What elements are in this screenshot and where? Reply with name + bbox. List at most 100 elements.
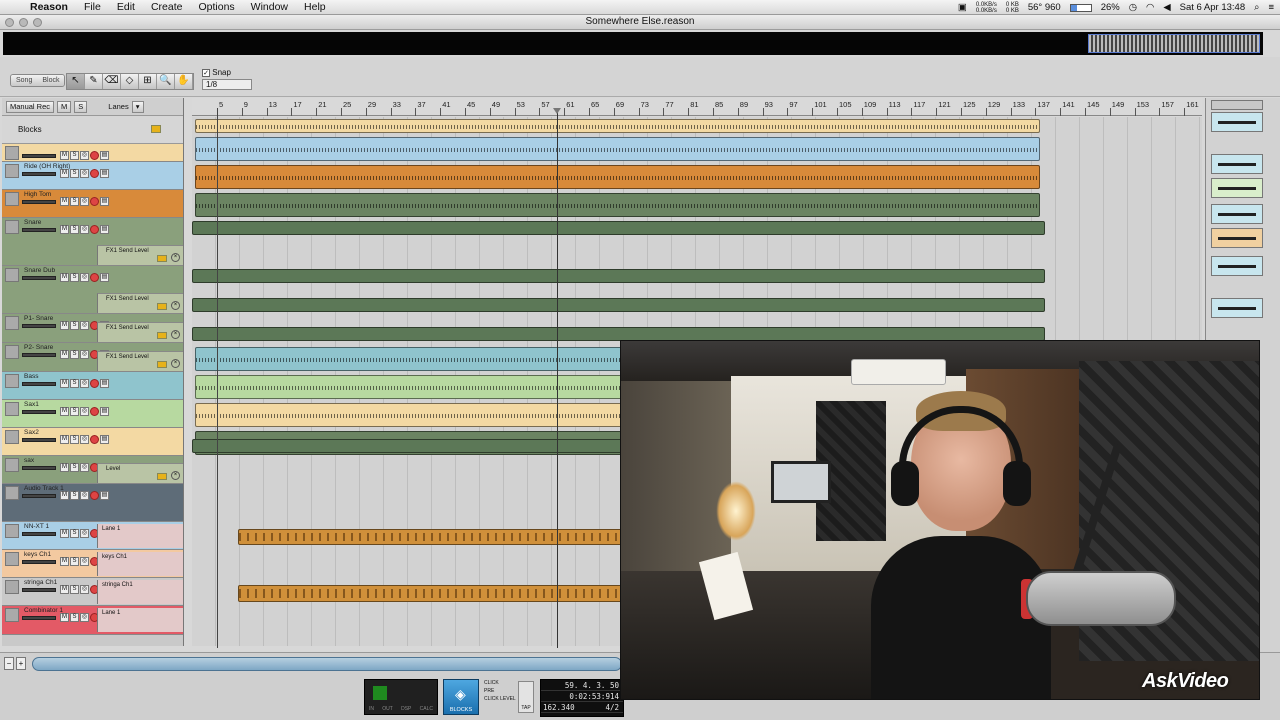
mute-button[interactable]: M [60,350,69,359]
device-icon[interactable] [5,524,19,538]
mute-button[interactable]: M [60,435,69,444]
automation-clip[interactable] [192,269,1045,283]
monitor-icon[interactable]: ◎ [80,491,89,500]
mute-button[interactable]: M [60,151,69,160]
block-mode-button[interactable]: Block [37,75,65,86]
automation-edit-icon[interactable] [157,255,167,262]
blocks-lane-header[interactable]: Blocks [2,116,183,144]
record-enable-button[interactable] [90,379,99,388]
solo-button[interactable]: S [70,557,79,566]
mute-button[interactable]: M [60,197,69,206]
track-name[interactable]: P1- Snare [24,315,53,322]
automation-edit-icon[interactable] [157,332,167,339]
magnify-tool-icon[interactable]: 🔍 [157,74,175,89]
device-icon[interactable] [5,374,19,388]
monitor-icon[interactable]: ◎ [80,225,89,234]
timemachine-icon[interactable]: ◷ [1129,2,1137,13]
spotlight-icon[interactable]: ⌕ [1254,2,1259,13]
track-volume-fader[interactable] [22,410,56,414]
bar-ruler[interactable]: 5 9 13 17 21 25 29 33 37 41 45 49 53 57 61 65 69 73 77 81 85… [192,98,1202,116]
track-header[interactable]: saxMS◎▤Level× [2,456,183,484]
solo-button[interactable]: S [70,491,79,500]
mute-button[interactable]: M [60,169,69,178]
track-volume-fader[interactable] [22,172,56,176]
device-icon[interactable] [5,192,19,206]
snap-checkbox[interactable]: ✓ [202,69,210,77]
zoom-out-icon[interactable]: − [4,657,14,670]
track-name[interactable]: Sax1 [24,401,39,408]
track-volume-fader[interactable] [22,154,56,158]
automation-clip[interactable] [192,221,1045,235]
volume-icon[interactable]: ◀ [1163,2,1170,13]
lane-menu-icon[interactable]: ▤ [100,225,109,234]
monitor-icon[interactable]: ◎ [80,529,89,538]
note-lane-header[interactable]: Lane 1 [97,608,183,632]
track-volume-fader[interactable] [22,588,56,592]
track-name[interactable]: Snare [24,219,41,226]
monitor-icon[interactable]: ◎ [80,197,89,206]
device-icon[interactable] [5,316,19,330]
mute-button[interactable]: M [60,407,69,416]
list-icon[interactable]: ≡ [1268,2,1274,13]
track-volume-fader[interactable] [22,560,56,564]
hand-tool-icon[interactable]: ✋ [175,74,193,89]
solo-button[interactable]: S [70,225,79,234]
track-volume-fader[interactable] [22,616,56,620]
track-name[interactable]: Bass [24,373,38,380]
menu-app[interactable]: Reason [22,1,76,13]
device-icon[interactable] [5,608,19,622]
monitor-icon[interactable]: ◎ [80,585,89,594]
solo-button[interactable]: S [70,529,79,538]
solo-button[interactable]: S [70,379,79,388]
solo-button[interactable]: S [70,585,79,594]
audio-clip[interactable] [195,347,625,371]
record-enable-button[interactable] [90,407,99,416]
razor-tool-icon[interactable]: ◇ [121,74,139,89]
lane-menu-icon[interactable]: ▤ [100,379,109,388]
mute-button[interactable]: M [60,491,69,500]
device-icon[interactable] [5,486,19,500]
track-name[interactable]: keys Ch1 [24,551,51,558]
track-volume-fader[interactable] [22,494,56,498]
monitor-icon[interactable]: ◎ [80,169,89,178]
mute-button[interactable]: M [60,273,69,282]
automation-edit-icon[interactable] [157,303,167,310]
lane-menu-icon[interactable]: ▤ [100,273,109,282]
pencil-tool-icon[interactable]: ✎ [85,74,103,89]
track-name[interactable]: Snare Dub [24,267,55,274]
track-name[interactable]: sax [24,457,34,464]
device-icon[interactable] [5,146,19,160]
rack-minimap[interactable] [1088,34,1260,53]
track-header[interactable]: Sax1 M S ◎ ▤ [2,400,183,428]
track-volume-fader[interactable] [22,532,56,536]
note-lane-header[interactable]: stringa Ch1 [97,580,183,604]
remove-lane-icon[interactable]: × [171,330,180,339]
automation-clip[interactable] [192,327,1045,341]
lanes-dropdown[interactable]: ▾ [131,100,144,113]
camera-icon[interactable]: ▣ [958,2,967,13]
automation-lane-header[interactable]: FX1 Send Level × [97,322,183,342]
lane-menu-icon[interactable]: ▤ [100,491,109,500]
track-name[interactable]: P2- Snare [24,344,53,351]
track-volume-fader[interactable] [22,200,56,204]
solo-button[interactable]: S [70,169,79,178]
monitor-icon[interactable]: ◎ [80,407,89,416]
lane-menu-icon[interactable]: ▤ [100,435,109,444]
record-enable-button[interactable] [90,225,99,234]
note-lane-header[interactable]: keys Ch1 [97,552,183,576]
menu-window[interactable]: Window [243,1,296,13]
minimize-button[interactable] [19,18,28,27]
track-name[interactable]: Combinator 1 [24,607,63,614]
record-enable-button[interactable] [90,491,99,500]
mute-button[interactable]: M [60,225,69,234]
mute-button[interactable]: M [60,585,69,594]
device-icon[interactable] [5,345,19,359]
solo-button[interactable]: S [70,407,79,416]
tempo-readout[interactable]: 162.340 [543,702,575,712]
monitor-icon[interactable]: ◎ [80,613,89,622]
signature-readout[interactable]: 4/2 [605,702,619,712]
monitor-icon[interactable]: ◎ [80,273,89,282]
rack-device-6[interactable] [1211,256,1263,276]
track-header[interactable]: NN-XT 1MS◎▤Lane 1 [2,522,183,550]
solo-button[interactable]: S [70,197,79,206]
